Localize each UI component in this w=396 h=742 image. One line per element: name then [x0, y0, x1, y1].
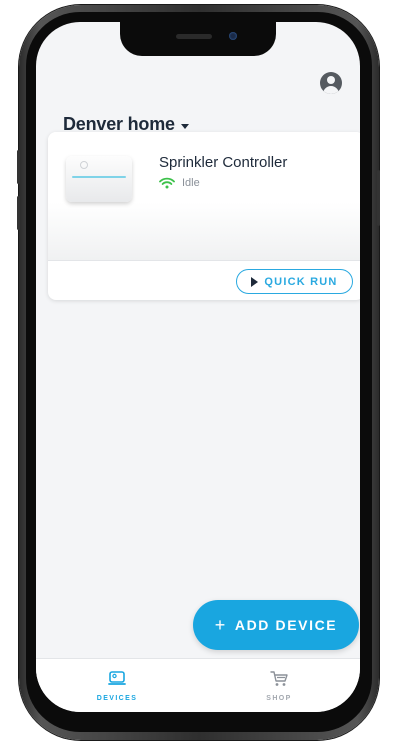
add-device-label: ADD DEVICE [234, 617, 338, 633]
device-status: Idle [159, 177, 200, 189]
device-button-dot [80, 161, 88, 169]
device-status-light [72, 176, 126, 178]
account-avatar-icon[interactable] [320, 72, 342, 94]
avatar-head [327, 76, 335, 84]
tab-shop-label: SHOP [266, 695, 292, 702]
volume-button [17, 196, 20, 230]
cart-icon [268, 670, 290, 688]
power-button [377, 170, 380, 226]
quick-run-label: QUICK RUN [264, 275, 338, 288]
tab-devices[interactable]: DEVICES [36, 659, 198, 712]
wifi-icon [159, 177, 175, 189]
avatar-body [323, 86, 339, 94]
device-name: Sprinkler Controller [159, 154, 288, 171]
device-card[interactable]: Sprinkler Controller Idle QUICK RUN [48, 132, 360, 300]
volume-button [17, 150, 20, 184]
status-text: Idle [182, 177, 200, 189]
notch [120, 22, 276, 56]
devices-icon [106, 670, 128, 688]
page: Denver home Sprinkler Controller Idle QU… [0, 0, 396, 742]
bottom-tab-bar: DEVICES SHOP [36, 658, 360, 712]
play-icon [251, 276, 259, 287]
chevron-down-icon [180, 123, 189, 129]
plus-icon: + [214, 614, 227, 635]
tab-devices-label: DEVICES [96, 695, 138, 702]
speaker-grille [176, 34, 212, 39]
app-screen: Denver home Sprinkler Controller Idle QU… [36, 22, 360, 712]
quick-run-button[interactable]: QUICK RUN [236, 269, 353, 294]
add-device-button[interactable]: + ADD DEVICE [193, 600, 359, 650]
tab-shop[interactable]: SHOP [198, 659, 360, 712]
front-camera [229, 32, 237, 40]
sprinkler-controller-image [66, 156, 132, 202]
card-divider [48, 260, 360, 261]
